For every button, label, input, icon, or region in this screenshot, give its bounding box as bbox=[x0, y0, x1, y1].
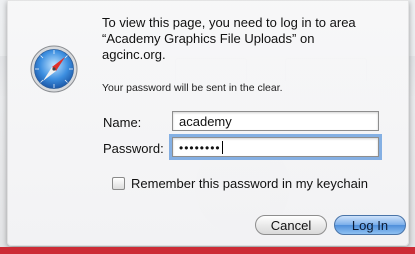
login-sheet: To view this page, you need to log in to… bbox=[7, 0, 409, 246]
bottom-accent-bar bbox=[0, 247, 415, 254]
cancel-button[interactable]: Cancel bbox=[255, 215, 327, 235]
message-line: “Academy Graphics File Uploads” on bbox=[102, 31, 315, 46]
safari-compass-icon bbox=[30, 45, 78, 93]
name-label: Name: bbox=[103, 115, 142, 130]
message-line: agcinc.org. bbox=[102, 47, 166, 62]
password-label: Password: bbox=[103, 141, 164, 156]
security-note: Your password will be sent in the clear. bbox=[102, 82, 283, 94]
name-field-value: academy bbox=[179, 114, 232, 129]
login-message: To view this page, you need to log in to… bbox=[102, 15, 402, 63]
text-caret bbox=[221, 141, 223, 154]
log-in-button[interactable]: Log In bbox=[334, 215, 406, 235]
remember-password-checkbox[interactable] bbox=[112, 177, 125, 190]
remember-password-option[interactable]: Remember this password in my keychain bbox=[112, 176, 368, 191]
message-line: To view this page, you need to log in to… bbox=[102, 15, 356, 30]
password-field-value: •••••••• bbox=[179, 141, 221, 155]
password-field[interactable]: •••••••• bbox=[169, 134, 382, 160]
remember-password-label: Remember this password in my keychain bbox=[131, 176, 368, 191]
name-field[interactable]: academy bbox=[172, 111, 379, 131]
